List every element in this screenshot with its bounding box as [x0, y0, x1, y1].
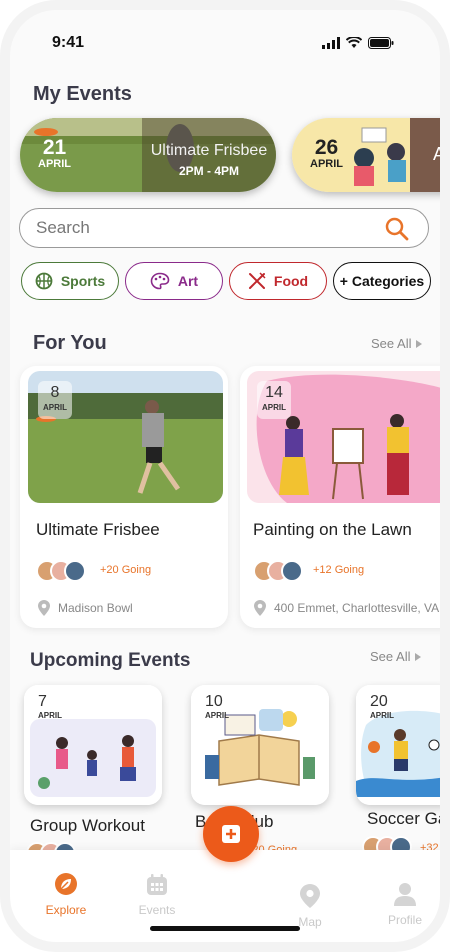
- calendar-icon: [147, 874, 167, 895]
- upcoming-title: Soccer Ga: [367, 809, 440, 828]
- avatar: [64, 560, 86, 582]
- tab-events[interactable]: Events: [122, 874, 192, 917]
- event-title: Painting on the Lawn: [253, 520, 412, 539]
- add-event-button[interactable]: [203, 806, 259, 862]
- event-location: Madison Bowl: [38, 600, 133, 616]
- going-count: +20 Going: [100, 564, 152, 576]
- for-you-see-all[interactable]: See All: [371, 336, 423, 351]
- upcoming-heading: Upcoming Events: [30, 650, 191, 671]
- my-event-info: Ultimate Frisbee 2PM - 4PM: [142, 118, 276, 192]
- my-event-date: 21 APRIL: [38, 136, 71, 170]
- chip-label: Sports: [60, 273, 106, 289]
- chip-label: Food: [273, 273, 309, 289]
- attendee-avatars: [36, 560, 86, 582]
- my-event-title: A: [433, 144, 440, 164]
- status-bar: 9:41: [52, 34, 394, 56]
- for-you-heading: For You: [33, 332, 107, 354]
- event-date-badge: 14 APRIL: [257, 381, 291, 419]
- chip-categories[interactable]: + Categories: [333, 262, 431, 300]
- chip-art[interactable]: Art: [125, 262, 223, 300]
- upcoming-see-all[interactable]: See All: [370, 649, 422, 664]
- for-you-card[interactable]: 8 APRIL Ultimate Frisbee +20 Going Madis…: [20, 366, 228, 628]
- upcoming-card[interactable]: 20 APRIL: [356, 685, 440, 805]
- palette-icon: [150, 272, 170, 290]
- app-screen: 9:41 My Events 21 APRIL Ultimate Frisbee…: [10, 10, 440, 942]
- event-date-badge: 8 APRIL: [38, 381, 72, 419]
- battery-icon: [368, 37, 394, 49]
- event-title: Ultimate Frisbee: [36, 520, 160, 539]
- event-image: 8 APRIL: [28, 371, 223, 503]
- upcoming-card[interactable]: 10 APRIL: [191, 685, 329, 805]
- tab-explore[interactable]: Explore: [31, 872, 101, 917]
- event-location: 400 Emmet, Charlottesville, VA: [254, 600, 439, 616]
- status-icons: [322, 37, 394, 49]
- my-event-card[interactable]: 21 APRIL Ultimate Frisbee 2PM - 4PM: [20, 118, 276, 192]
- going-count: +12 Going: [313, 564, 365, 576]
- my-event-title: Ultimate Frisbee: [150, 142, 268, 159]
- my-event-hours: 2PM - 4PM: [178, 164, 239, 178]
- home-indicator: [150, 926, 300, 931]
- phone-frame: 9:41 My Events 21 APRIL Ultimate Frisbee…: [0, 0, 450, 952]
- upcoming-title: Group Workout: [30, 816, 145, 835]
- avatar: [281, 560, 303, 582]
- signal-icon: [322, 37, 340, 49]
- wifi-icon: [346, 37, 362, 48]
- for-you-card[interactable]: 14 APRIL Painting on the Lawn +12 Going …: [240, 366, 440, 628]
- compass-leaf-icon: [55, 873, 77, 895]
- search-icon[interactable]: [384, 216, 410, 242]
- event-image: 14 APRIL: [247, 371, 440, 503]
- my-events-heading: My Events: [33, 83, 132, 105]
- basketball-icon: [35, 272, 53, 290]
- chip-label: + Categories: [339, 273, 425, 289]
- plus-square-icon: [222, 825, 240, 843]
- attendee-avatars: [253, 560, 303, 582]
- triangle-right-icon: [415, 652, 422, 661]
- my-event-date: 26 APRIL: [310, 136, 343, 170]
- tab-profile[interactable]: Profile: [370, 882, 440, 927]
- upcoming-card[interactable]: 7 APRIL: [24, 685, 162, 805]
- tab-map[interactable]: Map: [275, 884, 345, 929]
- map-pin-icon: [300, 884, 320, 908]
- search-bar[interactable]: [19, 208, 429, 248]
- user-icon: [394, 883, 416, 906]
- upcoming-date: 10 APRIL: [205, 693, 229, 720]
- upcoming-date: 7 APRIL: [38, 693, 62, 720]
- triangle-right-icon: [416, 339, 423, 348]
- chip-food[interactable]: Food: [229, 262, 327, 300]
- soccer-illustration: [356, 685, 440, 805]
- location-pin-icon: [254, 600, 266, 616]
- my-event-card[interactable]: 26 APRIL A: [292, 118, 440, 192]
- fork-knife-icon: [248, 272, 266, 289]
- chip-label: Art: [177, 273, 199, 289]
- search-input[interactable]: [36, 218, 366, 238]
- chip-sports[interactable]: Sports: [21, 262, 119, 300]
- location-pin-icon: [38, 600, 50, 616]
- status-time: 9:41: [52, 34, 85, 51]
- upcoming-date: 20 APRIL: [370, 693, 394, 720]
